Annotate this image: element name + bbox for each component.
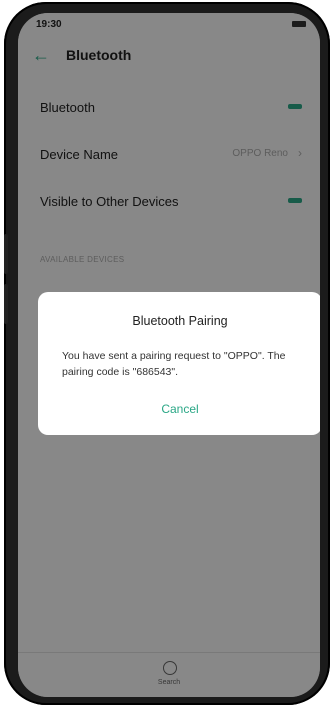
screen: 19:30 ← Bluetooth Bluetooth Device Name … bbox=[18, 13, 320, 697]
dialog-title: Bluetooth Pairing bbox=[132, 314, 228, 328]
volume-button bbox=[4, 234, 8, 274]
volume-button-2 bbox=[4, 284, 8, 324]
dialog-message: You have sent a pairing request to "OPPO… bbox=[62, 350, 286, 378]
bluetooth-pairing-dialog: Bluetooth Pairing You have sent a pairin… bbox=[38, 292, 320, 435]
cancel-button[interactable]: Cancel bbox=[38, 402, 320, 416]
phone-frame: 19:30 ← Bluetooth Bluetooth Device Name … bbox=[4, 2, 330, 705]
